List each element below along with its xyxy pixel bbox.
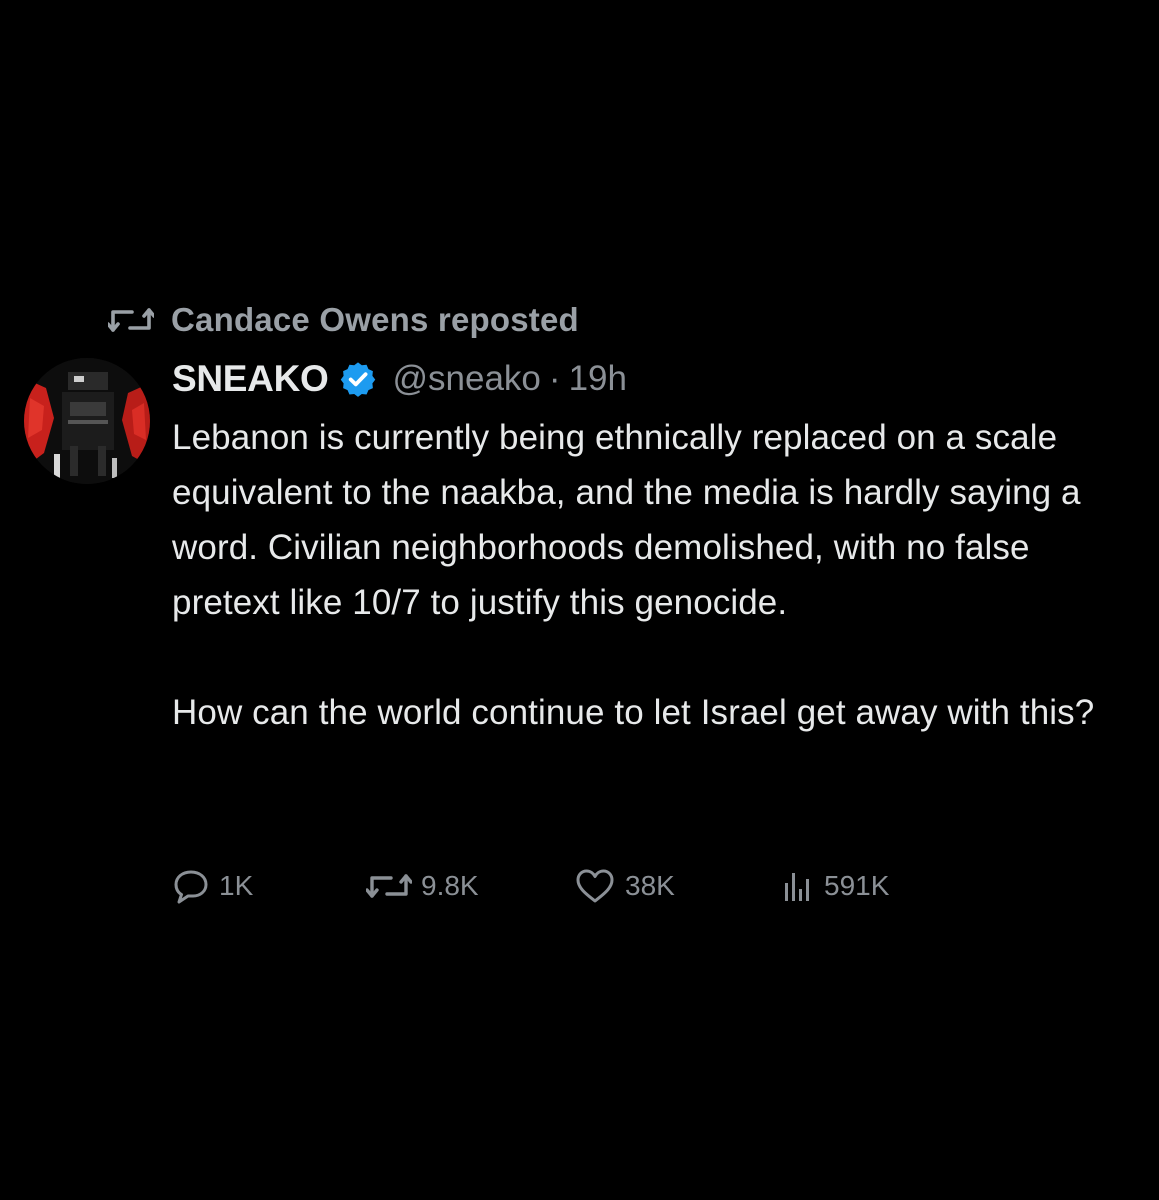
repost-banner-text[interactable]: Candace Owens reposted	[171, 301, 579, 339]
tweet-text: Lebanon is currently being ethnically re…	[172, 410, 1142, 740]
heart-icon	[576, 869, 614, 903]
repost-icon	[108, 308, 154, 332]
verified-badge-icon[interactable]	[339, 360, 377, 398]
reply-icon	[174, 870, 208, 904]
views-count: 591K	[824, 870, 890, 901]
timestamp[interactable]: 19h	[569, 359, 627, 399]
repost-button[interactable]: 9.8K	[366, 869, 574, 903]
views-button[interactable]: 591K	[779, 869, 979, 903]
action-bar: 1K 9.8K 38K 591K	[172, 862, 979, 910]
repost-count: 9.8K	[421, 870, 479, 901]
tweet-header: SNEAKO @sneako · 19h	[172, 354, 627, 404]
tweet-paragraph: Lebanon is currently being ethnically re…	[172, 418, 1081, 622]
reply-count: 1K	[219, 870, 254, 901]
separator-dot: ·	[548, 359, 561, 398]
views-icon	[785, 873, 809, 901]
repost-icon	[366, 874, 412, 898]
like-button[interactable]: 38K	[574, 867, 779, 905]
avatar[interactable]	[24, 358, 150, 484]
reply-button[interactable]: 1K	[172, 867, 366, 905]
avatar-image	[24, 358, 150, 484]
handle[interactable]: @sneako	[393, 359, 541, 399]
like-count: 38K	[625, 870, 675, 901]
display-name[interactable]: SNEAKO	[172, 358, 329, 400]
tweet[interactable]: Candace Owens reposted SNEAKO @sneako ·	[0, 0, 1159, 1200]
repost-banner[interactable]: Candace Owens reposted	[108, 298, 579, 342]
tweet-paragraph: How can the world continue to let Israel…	[172, 693, 1095, 732]
